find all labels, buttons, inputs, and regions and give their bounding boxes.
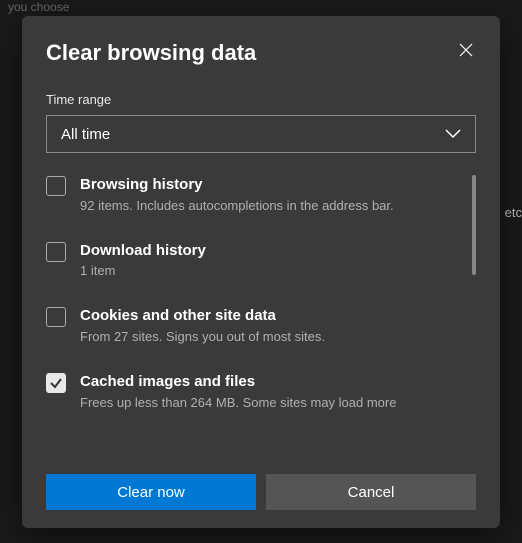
cancel-button[interactable]: Cancel: [266, 474, 476, 510]
option-title: Browsing history: [80, 175, 458, 195]
background-text: you choose: [8, 0, 69, 14]
option-title: Cookies and other site data: [80, 306, 458, 326]
option-desc: Frees up less than 264 MB. Some sites ma…: [80, 394, 458, 412]
options-list: Browsing history 92 items. Includes auto…: [46, 175, 476, 412]
option-desc: From 27 sites. Signs you out of most sit…: [80, 328, 458, 346]
option-cached: Cached images and files Frees up less th…: [46, 372, 458, 412]
option-cookies: Cookies and other site data From 27 site…: [46, 306, 458, 346]
chevron-down-icon: [445, 129, 461, 139]
option-browsing-history: Browsing history 92 items. Includes auto…: [46, 175, 458, 215]
option-desc: 92 items. Includes autocompletions in th…: [80, 197, 458, 215]
clear-now-button[interactable]: Clear now: [46, 474, 256, 510]
time-range-select[interactable]: All time: [46, 115, 476, 153]
checkbox-download-history[interactable]: [46, 242, 66, 262]
option-download-history: Download history 1 item: [46, 241, 458, 281]
background-text-right: etc: [505, 205, 522, 220]
time-range-label: Time range: [46, 92, 476, 107]
checkbox-cached[interactable]: [46, 373, 66, 393]
option-title: Download history: [80, 241, 458, 261]
time-range-value: All time: [61, 126, 110, 143]
checkbox-browsing-history[interactable]: [46, 176, 66, 196]
checkbox-cookies[interactable]: [46, 307, 66, 327]
option-desc: 1 item: [80, 262, 458, 280]
clear-browsing-data-dialog: Clear browsing data Time range All time …: [22, 16, 500, 528]
close-icon: [459, 43, 473, 57]
close-button[interactable]: [456, 40, 476, 60]
scrollbar[interactable]: [472, 175, 476, 275]
dialog-title: Clear browsing data: [46, 40, 256, 66]
option-title: Cached images and files: [80, 372, 458, 392]
